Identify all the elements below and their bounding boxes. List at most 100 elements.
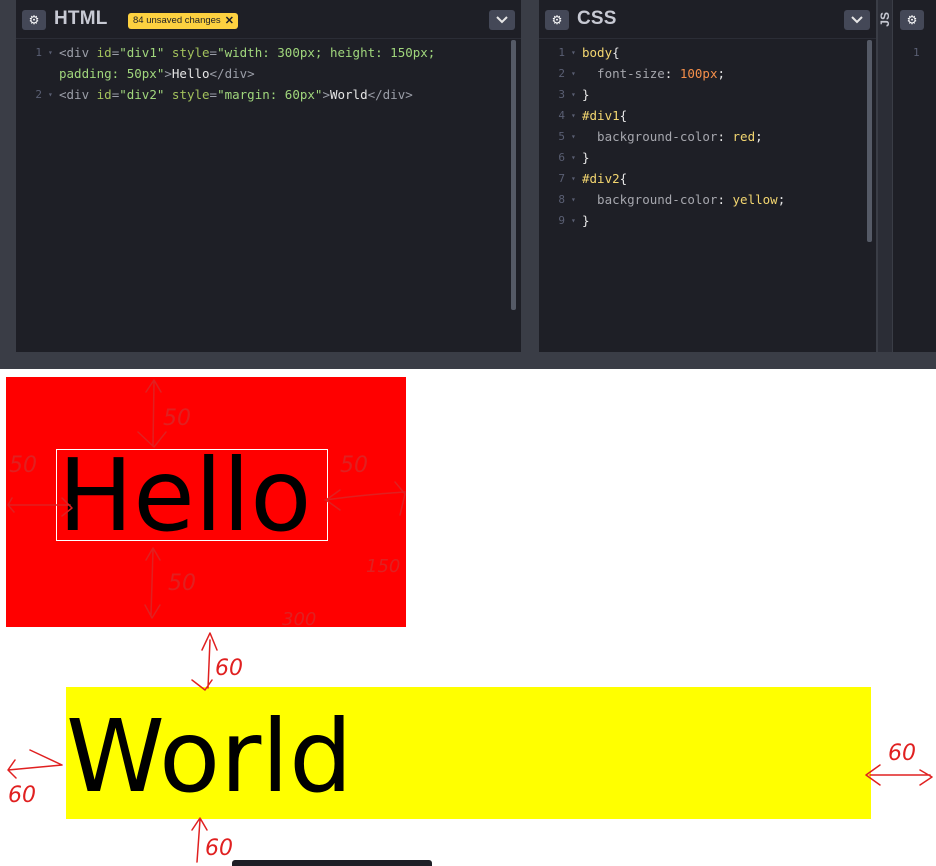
gear-icon: ⚙ xyxy=(906,13,918,27)
code-text: font-size: 100px; xyxy=(582,63,725,84)
code-token: = xyxy=(209,87,218,102)
html-collapse-button[interactable] xyxy=(489,10,515,30)
code-token: ; xyxy=(717,66,726,81)
code-text: } xyxy=(582,210,590,231)
fold-icon[interactable]: ▾ xyxy=(571,168,576,189)
code-token: </div> xyxy=(209,66,255,81)
code-line[interactable]: 7 ▾ #div2{ xyxy=(539,168,876,189)
fold-icon[interactable]: ▾ xyxy=(571,42,576,63)
html-panel-header: ⚙ HTML 84 unsaved changes ✕ xyxy=(16,0,521,39)
css-panel-header: ⚙ CSS xyxy=(539,0,876,39)
code-line[interactable]: 1 ▾ body{ xyxy=(539,42,876,63)
css-panel: ⚙ CSS 1 ▾ body{2 ▾ font-size: 100px; 3 ▾} 4 ▾ #d… xyxy=(539,0,876,352)
html-settings-button[interactable]: ⚙ xyxy=(22,10,46,30)
css-panel-title: CSS xyxy=(577,8,617,29)
code-token: red xyxy=(732,129,756,144)
code-token: background-color xyxy=(582,192,718,207)
code-token: { xyxy=(612,45,620,60)
code-token: Hello xyxy=(171,66,210,81)
line-number: 2 xyxy=(558,67,565,80)
code-text: background-color: yellow; xyxy=(582,189,785,210)
line-number: 2 xyxy=(35,88,42,101)
line-number: 3 xyxy=(558,88,565,101)
line-number: 1 xyxy=(35,46,42,59)
code-token: } xyxy=(582,87,590,102)
fold-icon[interactable]: ▾ xyxy=(571,63,576,84)
code-token: { xyxy=(619,171,628,186)
code-token: style xyxy=(164,45,210,60)
code-text: } xyxy=(582,147,590,168)
code-text: body{ xyxy=(582,42,620,63)
fold-icon[interactable]: ▾ xyxy=(571,126,576,147)
html-panel-title: HTML xyxy=(54,8,108,29)
annotation-div2-right-60: 60 xyxy=(888,741,916,766)
arrow-div2-bottom xyxy=(191,817,208,863)
html-panel: ⚙ HTML 84 unsaved changes ✕ 1 ▾ <div id = "d… xyxy=(16,0,521,352)
code-token: style xyxy=(164,87,210,102)
code-text: background-color: red; xyxy=(582,126,763,147)
code-token: id xyxy=(96,45,112,60)
js-panel-tab[interactable]: JS xyxy=(878,0,892,352)
close-icon[interactable]: ✕ xyxy=(225,13,234,29)
code-line[interactable]: 3 ▾} xyxy=(539,84,876,105)
gear-icon: ⚙ xyxy=(28,13,40,27)
line-number: 8 xyxy=(558,193,565,206)
code-token: #div1 xyxy=(582,108,620,123)
gear-icon: ⚙ xyxy=(551,13,563,27)
code-token: <div xyxy=(59,87,97,102)
unsaved-changes-label: 84 unsaved changes xyxy=(133,15,221,26)
line-number: 7 xyxy=(558,172,565,185)
arrow-div2-right xyxy=(865,764,933,786)
code-line[interactable]: 6 ▾} xyxy=(539,147,876,168)
code-editor: ⚙ HTML 84 unsaved changes ✕ 1 ▾ <div id = "d… xyxy=(0,0,936,369)
fold-icon[interactable]: ▾ xyxy=(571,210,576,231)
code-token: padding: 50px" xyxy=(59,66,165,81)
hello-text: Hello xyxy=(58,437,312,554)
chevron-down-icon xyxy=(496,16,508,24)
code-line[interactable]: 5 ▾ background-color: red; xyxy=(539,126,876,147)
unsaved-changes-badge[interactable]: 84 unsaved changes ✕ xyxy=(128,13,238,29)
js-line-number: 1 xyxy=(913,46,920,59)
html-scrollbar[interactable] xyxy=(511,40,516,310)
fold-icon[interactable]: ▾ xyxy=(571,189,576,210)
code-token: font-size xyxy=(582,66,665,81)
code-token: } xyxy=(582,213,590,228)
line-number: 9 xyxy=(558,214,565,227)
bottom-toolbar xyxy=(232,860,432,866)
code-token: "div2" xyxy=(119,87,165,102)
code-token: #div2 xyxy=(582,171,620,186)
js-panel-title: JS xyxy=(878,12,892,27)
code-token: } xyxy=(582,150,590,165)
code-token: : xyxy=(717,129,733,144)
js-settings-button[interactable]: ⚙ xyxy=(900,10,924,30)
code-line[interactable]: 2 ▾ <div id="div2" style="margin: 60px">Wo… xyxy=(16,84,521,105)
code-line[interactable]: 2 ▾ font-size: 100px; xyxy=(539,63,876,84)
code-token: "div1" xyxy=(119,45,165,60)
fold-icon[interactable]: ▾ xyxy=(48,84,53,105)
annotation-div2-bottom-60: 60 xyxy=(205,836,233,861)
fold-icon[interactable]: ▾ xyxy=(571,105,576,126)
code-token: "margin: 60px" xyxy=(217,87,323,102)
code-line[interactable]: 1 ▾ <div id="div1" style="width: 300px; he… xyxy=(16,42,521,63)
chevron-down-icon xyxy=(851,16,863,24)
code-line[interactable]: 8 ▾ background-color: yellow; xyxy=(539,189,876,210)
code-token: : xyxy=(717,192,733,207)
css-collapse-button[interactable] xyxy=(844,10,870,30)
code-text: padding: 50px">Hello</div> xyxy=(59,63,255,84)
line-number: 5 xyxy=(558,130,565,143)
css-scrollbar[interactable] xyxy=(867,40,872,242)
fold-icon[interactable]: ▾ xyxy=(571,147,576,168)
code-text: #div2{ xyxy=(582,168,627,189)
code-line[interactable]: 4 ▾ #div1{ xyxy=(539,105,876,126)
code-text: #div1{ xyxy=(582,105,627,126)
fold-icon[interactable]: ▾ xyxy=(48,42,53,63)
world-text: World xyxy=(66,698,353,815)
code-token: ; xyxy=(777,192,786,207)
fold-icon[interactable]: ▾ xyxy=(571,84,576,105)
js-panel: ⚙ 1 xyxy=(893,0,936,352)
css-settings-button[interactable]: ⚙ xyxy=(545,10,569,30)
code-token: { xyxy=(619,108,628,123)
code-token: = xyxy=(209,45,218,60)
code-line[interactable]: padding: 50px">Hello</div> xyxy=(16,63,521,84)
code-line[interactable]: 9 ▾} xyxy=(539,210,876,231)
